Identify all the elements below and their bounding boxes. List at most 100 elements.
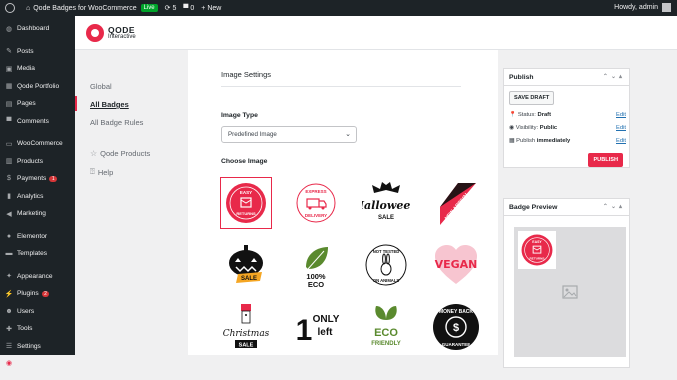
sidebar-item-media[interactable]: ▣ Media [0,60,75,78]
nav-global[interactable]: Global [90,82,112,91]
sidebar-item-comments[interactable]: ▀ Comments [0,113,75,131]
svg-text:ECO: ECO [308,280,324,289]
edit-visibility-link[interactable]: Edit [616,125,626,131]
preview-badge: EASY RETURNS [518,231,556,269]
image-settings-panel: Image Settings Image Type Predefined Ima… [188,50,498,355]
appearance-icon: ✦ [6,273,12,281]
nav-qode-products[interactable]: ☆ Qode Products [90,149,150,158]
nav-help[interactable]: ⍰ Help [90,167,113,177]
divider [221,86,461,87]
easy-returns-badge-icon: EASY RETURNS [226,183,266,223]
badge-option-only-1-left[interactable]: 1 ONLY left [291,302,341,352]
nav-all-badges[interactable]: All Badges [90,100,129,109]
badge-preview-title: Badge Preview [509,203,558,211]
plugin-left-nav: Global All Badges All Badge Rules ☆ Qode … [75,50,188,355]
section-title: Image Settings [221,70,272,79]
payments-icon: $ [7,175,11,183]
not-tested-on-animals-badge-icon: NOT TESTED ON ANIMALS [365,244,407,286]
svg-text:EASY: EASY [240,190,252,195]
sidebar-item-posts[interactable]: ✎ Posts [0,43,75,61]
badge-option-express-delivery[interactable]: EXPRESS DELIVERY [291,178,341,228]
sidebar-item-settings[interactable]: ☰ Settings [0,338,75,356]
user-account-link[interactable]: Howdy, admin [614,3,671,12]
sidebar-item-pages[interactable]: ▤ Pages [0,95,75,113]
new-content-link[interactable]: + New [201,5,221,12]
sidebar-item-templates[interactable]: ▬ Templates [0,245,75,263]
qode-logo-icon [86,24,104,42]
svg-text:SALE: SALE [239,343,254,349]
plugin-header: QODE Interactive [75,16,677,50]
sidebar-item-users[interactable]: ☻ Users [0,303,75,321]
users-icon: ☻ [5,307,13,315]
money-back-guarantee-badge-icon: $ MONEY BACK GUARANTEE [433,304,479,350]
chevron-down-icon: ⌄ [345,131,351,138]
sidebar-item-qi-addons[interactable]: ◉ Qi Addons for Elementor [0,360,75,380]
sidebar-item-payments[interactable]: $ Payments 1 [0,170,75,188]
badge-option-pumpkin-sale[interactable]: SALE [221,240,271,290]
sidebar-item-plugins[interactable]: ⚡ Plugins 2 [0,285,75,303]
sidebar-item-dashboard[interactable]: ◍ Dashboard [0,20,75,38]
edit-status-link[interactable]: Edit [616,112,626,118]
nav-all-badge-rules[interactable]: All Badge Rules [90,118,143,127]
svg-text:SALE: SALE [378,215,394,221]
badge-option-vegan[interactable]: VEGAN [431,240,481,290]
badge-option-money-back[interactable]: $ MONEY BACK GUARANTEE [431,302,481,352]
sidebar-item-qode-portfolio[interactable]: ▦ Qode Portfolio [0,78,75,96]
updates-link[interactable]: ⟳ 5 [165,4,177,13]
pages-icon: ▤ [5,100,13,108]
qode-logo[interactable]: QODE Interactive [86,24,136,42]
express-delivery-badge-icon: EXPRESS DELIVERY [296,183,336,223]
box-controls-icon[interactable]: ⌃⌄▴ [603,203,625,210]
only-one-left-badge-icon: 1 ONLY left [296,314,340,347]
svg-text:EASY: EASY [532,240,542,244]
edit-publish-time-link[interactable]: Edit [616,138,626,144]
badge-option-halloween-sale[interactable]: Halloween SALE [361,178,411,228]
svg-text:ONLY: ONLY [313,314,340,325]
sidebar-item-woocommerce[interactable]: ▭ WooCommerce [0,135,75,153]
products-icon: ▥ [5,158,13,166]
svg-text:Halloween: Halloween [362,199,410,212]
content-area: QODE Interactive Global All Badges All B… [75,16,677,368]
badge-option-easy-returns[interactable]: EASY RETURNS [220,177,272,229]
svg-text:MONEY BACK: MONEY BACK [439,309,473,315]
box-controls-icon[interactable]: ⌃⌄▴ [603,73,625,80]
sidebar-item-appearance[interactable]: ✦ Appearance [0,268,75,286]
preview-canvas: EASY RETURNS [514,227,626,357]
badge-option-christmas-sale[interactable]: Christmas SALE [221,302,271,352]
badge-option-100-eco[interactable]: 100% ECO [291,240,341,290]
media-icon: ▣ [5,65,13,73]
badge-option-not-tested-on-animals[interactable]: NOT TESTED ON ANIMALS [361,240,411,290]
site-name-link[interactable]: ⌂ Qode Badges for WooCommerce Live [26,4,158,12]
wordpress-logo-icon[interactable] [5,3,19,13]
publish-button[interactable]: PUBLISH [588,153,623,167]
badge-option-new-arrival[interactable]: NEW ARRIVAL [431,178,481,228]
christmas-sale-badge-icon: Christmas SALE [223,304,270,349]
badge-option-eco-friendly[interactable]: ECO FRIENDLY [361,302,411,352]
templates-icon: ▬ [5,250,13,258]
plugins-count-badge: 2 [41,290,50,297]
comments-link[interactable]: ▀ 0 [183,5,194,12]
save-draft-button[interactable]: SAVE DRAFT [509,91,555,105]
home-icon: ⌂ [26,4,31,12]
svg-text:ON ANIMALS: ON ANIMALS [373,278,400,283]
pin-icon: ✎ [6,48,12,56]
image-type-label: Image Type [221,112,258,119]
sidebar-item-elementor[interactable]: ● Elementor [0,228,75,246]
pin-icon: 📍 [509,112,517,118]
eco-friendly-badge-icon: ECO FRIENDLY [371,306,401,347]
svg-text:RETURNS: RETURNS [530,256,545,260]
sidebar-item-analytics[interactable]: ▮ Analytics [0,188,75,206]
portfolio-icon: ▦ [5,83,13,91]
sidebar-item-marketing[interactable]: ◀ Marketing [0,205,75,223]
sidebar-item-tools[interactable]: ✚ Tools [0,320,75,338]
marketing-icon: ◀ [6,210,12,218]
publish-box-title: Publish [509,73,534,81]
avatar [662,3,671,12]
svg-text:FRIENDLY: FRIENDLY [371,341,400,347]
active-indicator [75,96,77,111]
sidebar-item-products[interactable]: ▥ Products [0,153,75,171]
svg-text:DELIVERY: DELIVERY [305,213,327,218]
svg-text:EXPRESS: EXPRESS [305,189,326,194]
image-type-select[interactable]: Predefined Image ⌄ [221,126,357,143]
payments-count-badge: 1 [49,175,58,182]
